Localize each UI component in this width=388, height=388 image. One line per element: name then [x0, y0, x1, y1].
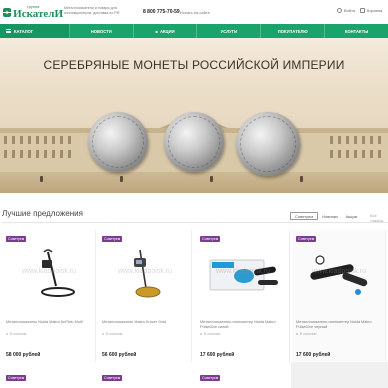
nav-catalog[interactable]: Каталог [0, 24, 70, 38]
nav-customers[interactable]: Покупателю [261, 24, 326, 38]
hero-banner[interactable]: СЕРЕБРЯНЫЕ МОНЕТЫ РОССИЙСКОЙ ИМПЕРИИ [0, 38, 388, 193]
main-nav: Каталог Новости ■ Акции Услуги Покупател… [0, 24, 388, 38]
nav-services[interactable]: Услуги [197, 24, 262, 38]
recommend-badge: Советуем [200, 236, 221, 242]
watermark: www.kladpoisk.ru [21, 268, 77, 275]
site-header: группа ИскателИ Металлоискатели и товары… [0, 0, 388, 24]
product-price: 58 000 рублей [6, 352, 41, 358]
product-price: 56 600 рублей [102, 352, 137, 358]
product-image [209, 259, 278, 291]
site-logo[interactable]: группа ИскателИ [3, 3, 63, 21]
recommend-badge: Советуем [296, 236, 317, 242]
courtyard [0, 172, 388, 193]
recommend-badge: Советуем [6, 236, 27, 242]
stock-dot-icon [102, 333, 104, 335]
offer-filters: Советуем Новинки Акция [290, 212, 361, 220]
menu-icon [6, 29, 11, 33]
gift-icon: ■ [155, 28, 158, 34]
login-link[interactable]: Войти [337, 8, 355, 13]
filter-sale[interactable]: Акция [342, 212, 361, 220]
filter-new[interactable]: Новинки [318, 212, 342, 220]
product-card[interactable]: Советуем www.kladpoisk.ru Металлоискател… [196, 230, 290, 362]
stock-dot-icon [200, 333, 202, 335]
stock-status: В наличии [102, 332, 122, 336]
product-name[interactable]: Металлоискатель Makro Kruzer Gold [102, 320, 190, 325]
filter-recommended[interactable]: Советуем [290, 212, 319, 220]
product-name[interactable]: Металлоискатель-пинпоинтер Nokta Makro P… [296, 320, 384, 330]
product-name[interactable]: Металлоискатель-пинпоинтер Nokta Makro P… [200, 320, 288, 330]
nav-news[interactable]: Новости [70, 24, 134, 38]
watermark: www.kladpoisk.ru [215, 268, 271, 275]
section-title: Лучшие предложения [2, 209, 83, 218]
stock-status: В наличии [296, 332, 316, 336]
product-card[interactable]: Советуем www.kladpoisk.ru Металлоискател… [2, 230, 96, 362]
product-image [310, 255, 368, 295]
product-price: 17 600 рублей [200, 352, 235, 358]
watermark: www.kladpoisk.ru [117, 268, 173, 275]
product-card[interactable]: Советуем www.kladpoisk.ru Металлоискател… [292, 230, 386, 362]
empty-card-area [291, 362, 388, 388]
coin-eagle [164, 112, 224, 172]
stock-dot-icon [6, 333, 8, 335]
recommend-badge: Советуем [102, 375, 123, 381]
product-card[interactable]: Советуем [2, 372, 96, 388]
site-tagline: Металлоискатели и товары для коллекционе… [64, 6, 120, 15]
recommend-badge: Советуем [102, 236, 123, 242]
recommend-badge: Советуем [6, 375, 27, 381]
banner-title: СЕРЕБРЯНЫЕ МОНЕТЫ РОССИЙСКОЙ ИМПЕРИИ [43, 58, 345, 72]
nav-promo[interactable]: ■ Акции [134, 24, 198, 38]
clover-logo-icon [3, 7, 12, 17]
phone-number[interactable]: 8 800 775-70-59 [143, 9, 180, 15]
logo-title: ИскателИ [13, 7, 63, 20]
stock-status: В наличии [200, 332, 220, 336]
nav-contacts[interactable]: Контакты [325, 24, 388, 38]
product-image [41, 249, 75, 297]
user-icon [337, 8, 342, 13]
product-card[interactable]: Советуем [98, 372, 192, 388]
coin-portrait-right [236, 112, 300, 176]
cart-link[interactable]: Корзина [360, 8, 382, 13]
product-card[interactable]: Советуем [196, 372, 290, 388]
product-image [134, 249, 161, 298]
coin-portrait-left [88, 112, 148, 172]
product-name[interactable]: Металлоискатель Nokta Makro AnFibio Mult… [6, 320, 94, 325]
divider [2, 222, 388, 223]
stock-dot-icon [296, 333, 298, 335]
stock-status: В наличии [6, 332, 26, 336]
search-input[interactable] [180, 8, 320, 16]
product-price: 17 600 рублей [296, 352, 331, 358]
product-card[interactable]: Советуем www.kladpoisk.ru Металлоискател… [98, 230, 192, 362]
cart-icon [360, 8, 365, 13]
watermark: www.kladpoisk.ru [311, 268, 367, 275]
recommend-badge: Советуем [200, 375, 221, 381]
